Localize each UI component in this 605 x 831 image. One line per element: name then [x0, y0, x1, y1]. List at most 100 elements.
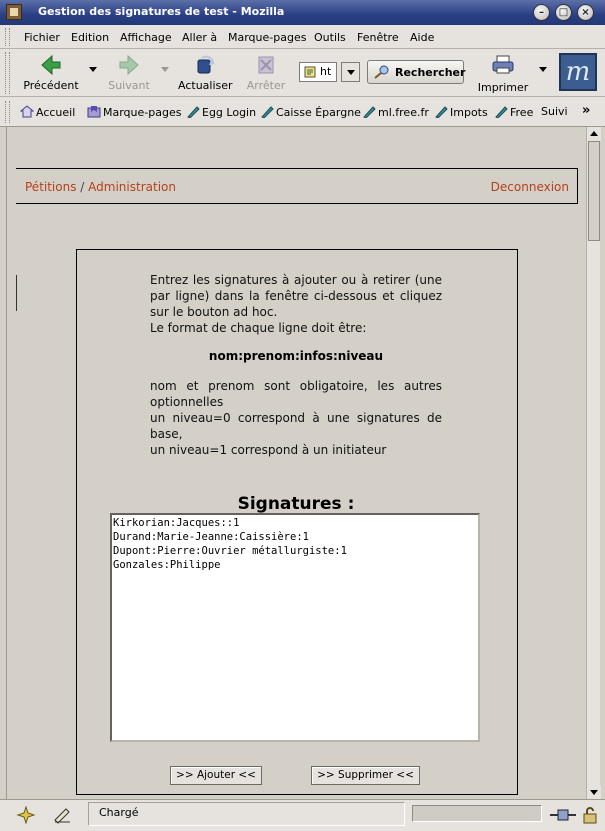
add-button[interactable]: >> Ajouter << — [170, 766, 262, 785]
bookmarks-overflow-button[interactable]: » — [582, 103, 590, 118]
bookmark-icon — [261, 106, 274, 118]
signatures-heading: Signatures : — [237, 494, 355, 514]
back-arrow-icon — [41, 54, 61, 76]
bookmark-caisse-epargne-label: Caisse Épargne — [276, 106, 361, 119]
scroll-thumb[interactable] — [588, 141, 600, 241]
menu-aller-a[interactable]: Aller à — [182, 31, 217, 44]
note-level-1: un niveau=1 correspond à un initiateur — [150, 443, 387, 457]
minimize-button[interactable]: – — [533, 4, 550, 21]
menu-edition[interactable]: Edition — [71, 31, 109, 44]
bookmark-accueil[interactable]: Accueil — [20, 105, 75, 119]
signatures-panel: Entrez les signatures à ajouter ou à ret… — [76, 249, 518, 795]
bookmarks-toolbar: Accueil Marque-pages Egg Login Caisse Ép… — [0, 97, 605, 127]
bookmark-egg-login[interactable]: Egg Login — [186, 105, 256, 119]
note-required: nom et prenom sont obligatoire, les autr… — [150, 379, 442, 409]
menu-affichage[interactable]: Affichage — [120, 31, 172, 44]
forward-dropdown-icon[interactable] — [161, 67, 169, 72]
bookmark-marque-pages-label: Marque-pages — [103, 106, 182, 119]
print-label: Imprimer — [477, 81, 529, 94]
search-icon — [374, 65, 389, 79]
menu-marque-pages[interactable]: Marque-pages — [228, 31, 306, 44]
vertical-scrollbar[interactable] — [586, 127, 601, 799]
bookmark-free-label: Free — [510, 106, 534, 119]
bookmark-icon — [363, 106, 376, 118]
search-label: Rechercher — [395, 66, 466, 79]
forward-label: Suivant — [108, 79, 150, 92]
instructions-paragraph: Entrez les signatures à ajouter ou à ret… — [150, 273, 442, 319]
forward-arrow-icon — [119, 54, 139, 76]
signatures-textarea[interactable]: Kirkorian:Jacques::1 Durand:Marie-Jeanne… — [110, 513, 480, 742]
page-header: Pétitions / Administration Deconnexion — [16, 168, 578, 204]
reload-icon — [197, 55, 215, 74]
url-dropdown-button[interactable] — [341, 62, 360, 82]
breadcrumb-petitions-link[interactable]: Pétitions — [25, 180, 76, 194]
back-button[interactable]: Précédent — [22, 53, 80, 95]
bookmark-marque-pages[interactable]: Marque-pages — [87, 105, 181, 119]
bookmarks-folder-icon — [87, 106, 101, 118]
page-proxy-icon — [304, 66, 316, 78]
menubar: Fichier Edition Affichage Aller à Marque… — [0, 25, 605, 49]
breadcrumb-separator: / — [80, 180, 85, 194]
url-input[interactable]: ht — [299, 62, 337, 82]
bookmarks-grip[interactable] — [5, 101, 10, 123]
navigator-icon[interactable] — [16, 806, 36, 824]
bookmark-icon — [187, 106, 200, 118]
stop-icon — [258, 56, 274, 74]
reload-button[interactable]: Actualiser — [178, 53, 233, 95]
breadcrumb: Pétitions / Administration — [25, 180, 176, 194]
forward-button[interactable]: Suivant — [104, 53, 154, 95]
instructions-text: Entrez les signatures à ajouter ou à ret… — [150, 272, 442, 336]
logout-link[interactable]: Deconnexion — [491, 180, 569, 194]
app-icon[interactable] — [6, 4, 22, 20]
bookmark-egg-login-label: Egg Login — [202, 106, 257, 119]
page-viewport: Pétitions / Administration Deconnexion E… — [6, 127, 586, 799]
format-spec: nom:prenom:infos:niveau — [208, 349, 384, 363]
mail-icon[interactable] — [52, 806, 72, 824]
window-title: Gestion des signatures de test - Mozilla — [38, 5, 285, 18]
format-intro: Le format de chaque ligne doit être: — [150, 321, 367, 335]
bookmark-impots-label: Impots — [450, 106, 488, 119]
scroll-up-button[interactable] — [587, 127, 601, 141]
menubar-grip[interactable] — [5, 28, 10, 46]
search-button[interactable]: Rechercher — [367, 60, 466, 84]
menu-fichier[interactable]: Fichier — [24, 31, 60, 44]
remove-button[interactable]: >> Supprimer << — [311, 766, 420, 785]
bookmark-ml-free-label: ml.free.fr — [378, 106, 429, 119]
stop-button[interactable]: Arrêter — [244, 53, 288, 95]
menu-outils[interactable]: Outils — [314, 31, 346, 44]
close-button[interactable]: × — [577, 4, 594, 21]
bookmark-accueil-label: Accueil — [36, 106, 76, 119]
bookmark-icon — [435, 106, 448, 118]
bookmark-ml-free[interactable]: ml.free.fr — [362, 105, 429, 119]
url-value: ht — [320, 65, 332, 78]
note-level-0: un niveau=0 correspond à une signatures … — [150, 411, 442, 441]
mozilla-logo[interactable] — [559, 53, 597, 91]
breadcrumb-administration-link[interactable]: Administration — [88, 180, 176, 194]
back-dropdown-icon[interactable] — [89, 67, 97, 72]
menu-aide[interactable]: Aide — [410, 31, 434, 44]
navigation-toolbar: Précédent Suivant Actualiser Arrêter ht — [0, 49, 605, 97]
print-button[interactable]: Imprimer — [476, 53, 530, 95]
text-caret — [16, 275, 17, 311]
bookmark-suivi[interactable]: Suivi — [541, 105, 568, 118]
bookmark-icon — [495, 106, 508, 118]
bookmark-impots[interactable]: Impots — [434, 105, 488, 119]
reload-label: Actualiser — [178, 79, 233, 92]
security-lock-icon[interactable] — [580, 806, 600, 824]
progress-meter — [412, 805, 542, 822]
window-titlebar: Gestion des signatures de test - Mozilla… — [0, 0, 605, 25]
online-status-icon[interactable] — [550, 806, 576, 824]
navbar-grip[interactable] — [5, 52, 10, 94]
statusbar: Chargé — [0, 799, 605, 831]
home-icon — [20, 105, 34, 118]
bookmark-caisse-epargne[interactable]: Caisse Épargne — [260, 105, 361, 119]
maximize-button[interactable]: □ — [555, 4, 572, 21]
back-label: Précédent — [23, 79, 79, 92]
bookmark-free[interactable]: Free — [494, 105, 533, 119]
scroll-down-button[interactable] — [587, 785, 601, 799]
format-notes: nom et prenom sont obligatoire, les autr… — [150, 378, 442, 458]
menu-fenetre[interactable]: Fenêtre — [357, 31, 399, 44]
print-dropdown-icon[interactable] — [539, 67, 547, 72]
stop-label: Arrêter — [246, 79, 286, 92]
printer-icon — [492, 55, 514, 74]
